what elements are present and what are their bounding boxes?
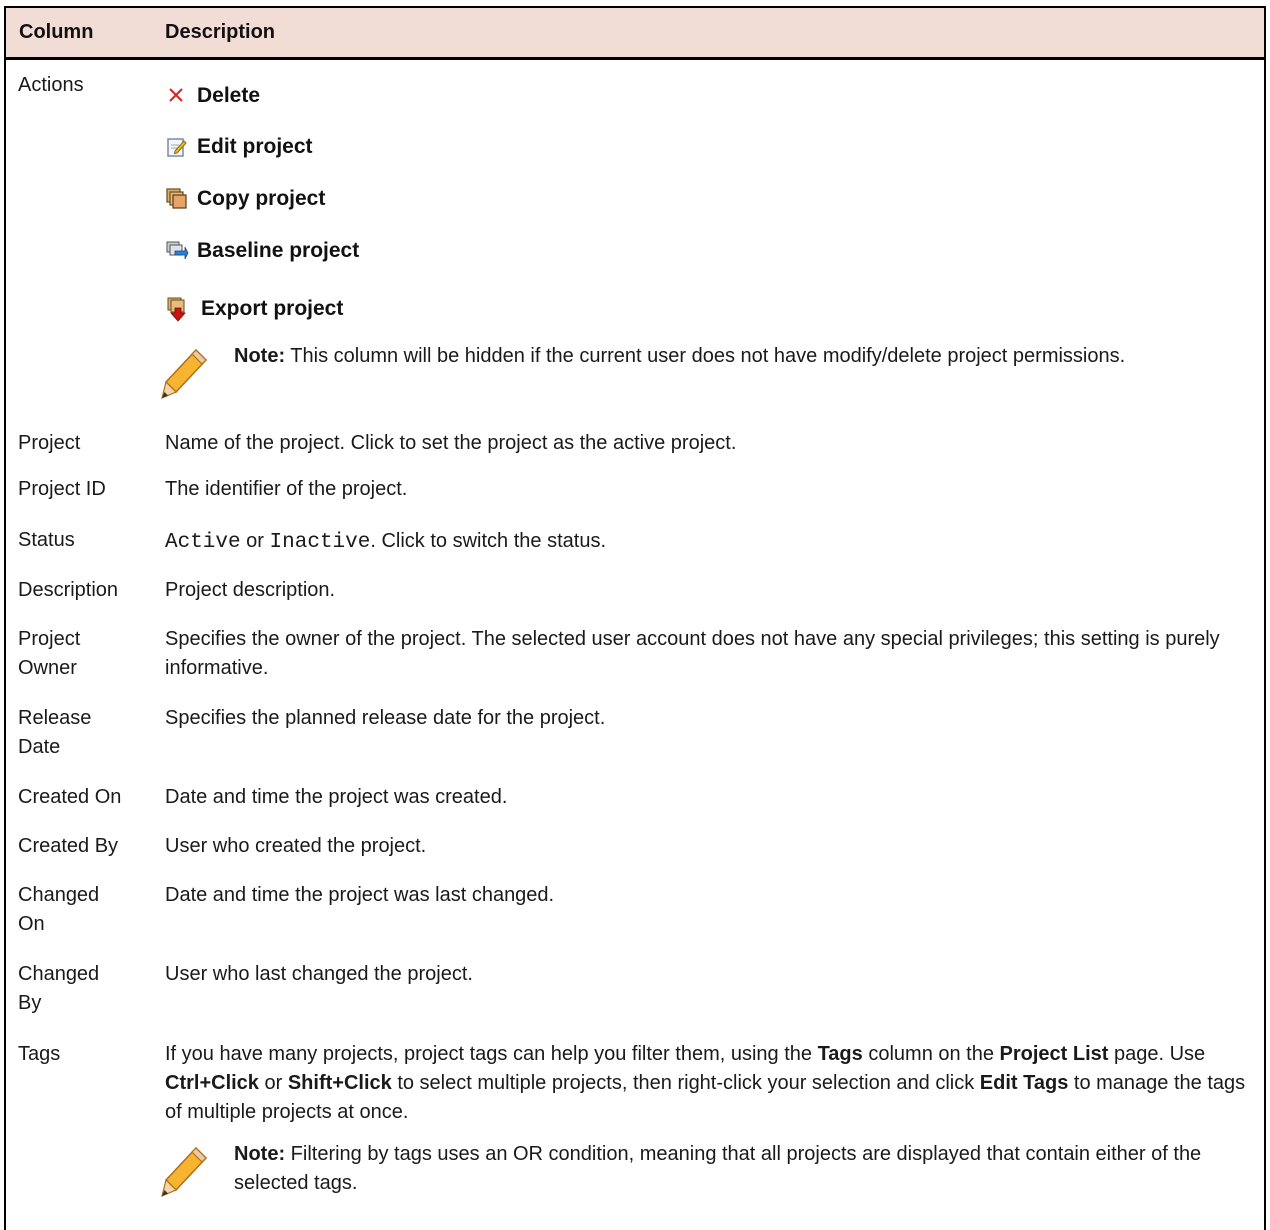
row-label-project-owner-2: Owner — [18, 657, 77, 679]
action-delete-label: Delete — [197, 84, 261, 107]
row-label-description: Description — [18, 579, 119, 601]
tags-text-5: to select multiple projects, then right-… — [391, 1072, 980, 1094]
row-desc-changed-on: Date and time the project was last chang… — [165, 884, 555, 906]
row-label-changed-by-2: By — [18, 992, 42, 1014]
row-label-changed-by: Changed By — [18, 960, 99, 1018]
tags-note-body: Filtering by tags uses an OR condition, … — [234, 1143, 1202, 1194]
note-label: Note: — [234, 345, 286, 367]
column-header: Column — [19, 21, 94, 43]
row-label-project-id: Project ID — [18, 478, 106, 500]
tags-text-4: or — [258, 1072, 288, 1094]
row-label-release-date-1: Release — [18, 707, 92, 729]
row-label-created-on: Created On — [18, 786, 122, 808]
row-label-actions: Actions — [18, 74, 84, 96]
row-label-release-date-2: Date — [18, 736, 61, 758]
action-delete: Delete — [165, 84, 260, 108]
export-icon — [165, 297, 193, 322]
table-header: Column Description — [6, 8, 1264, 60]
row-label-created-by: Created By — [18, 835, 119, 857]
row-desc-changed-by: User who last changed the project. — [165, 963, 473, 985]
row-label-status: Status — [18, 529, 75, 551]
tags-bold-edit-tags: Edit Tags — [979, 1072, 1069, 1094]
row-label-project-owner-1: Project — [18, 628, 81, 650]
note-body: This column will be hidden if the curren… — [285, 345, 1126, 367]
row-desc-created-on: Date and time the project was created. — [165, 786, 508, 808]
row-label-changed-by-1: Changed — [18, 963, 100, 985]
tags-bold-tags: Tags — [817, 1043, 863, 1065]
row-desc-tags: If you have many projects, project tags … — [165, 1040, 1260, 1127]
action-export-project-label: Export project — [201, 297, 344, 320]
note-text: Note: This column will be hidden if the … — [234, 342, 1234, 371]
baseline-icon — [165, 239, 189, 263]
action-copy-project-label: Copy project — [197, 187, 326, 210]
action-baseline-project-label: Baseline project — [197, 239, 360, 262]
row-label-tags: Tags — [18, 1043, 61, 1065]
edit-icon — [165, 135, 189, 159]
tags-text-1: If you have many projects, project tags … — [165, 1043, 818, 1065]
copy-icon — [165, 187, 189, 211]
row-label-changed-on-1: Changed — [18, 884, 100, 906]
row-desc-project-id: The identifier of the project. — [165, 478, 408, 500]
row-label-project: Project — [18, 432, 81, 454]
row-label-changed-on-2: On — [18, 913, 45, 935]
tags-bold-shift-click: Shift+Click — [287, 1072, 392, 1094]
pencil-icon — [160, 346, 212, 402]
row-desc-project: Name of the project. Click to set the pr… — [165, 432, 737, 454]
action-edit-project: Edit project — [165, 135, 313, 159]
status-or: or — [240, 530, 270, 552]
tags-text-2: column on the — [862, 1043, 1000, 1065]
row-desc-created-by: User who created the project. — [165, 835, 427, 857]
row-desc-status: Active or Inactive. Click to switch the … — [165, 527, 1255, 557]
row-desc-description: Project description. — [165, 579, 336, 601]
tags-bold-ctrl-click: Ctrl+Click — [165, 1072, 259, 1094]
description-header: Description — [165, 21, 276, 43]
tags-note-label: Note: — [234, 1143, 286, 1165]
reference-table-page: Column Description Actions Delete Edit p… — [0, 0, 1270, 1230]
action-export-project: Export project — [165, 297, 344, 322]
row-label-release-date: Release Date — [18, 704, 91, 762]
row-desc-release-date: Specifies the planned release date for t… — [165, 707, 606, 729]
action-edit-project-label: Edit project — [197, 135, 313, 158]
row-label-changed-on: Changed On — [18, 881, 99, 939]
tags-text-3: page. Use — [1108, 1043, 1206, 1065]
row-desc-project-owner: Specifies the owner of the project. The … — [165, 628, 1220, 679]
delete-x-icon — [165, 84, 189, 108]
action-copy-project: Copy project — [165, 187, 325, 211]
action-baseline-project: Baseline project — [165, 239, 359, 263]
pencil-icon — [160, 1144, 212, 1200]
status-inactive-code: Inactive — [269, 531, 371, 554]
status-rest: . Click to switch the status. — [370, 530, 606, 552]
tags-bold-project-list: Project List — [999, 1043, 1109, 1065]
tags-note-text: Note: Filtering by tags uses an OR condi… — [234, 1140, 1234, 1198]
status-active-code: Active — [165, 531, 241, 554]
row-label-project-owner: Project Owner — [18, 625, 80, 683]
